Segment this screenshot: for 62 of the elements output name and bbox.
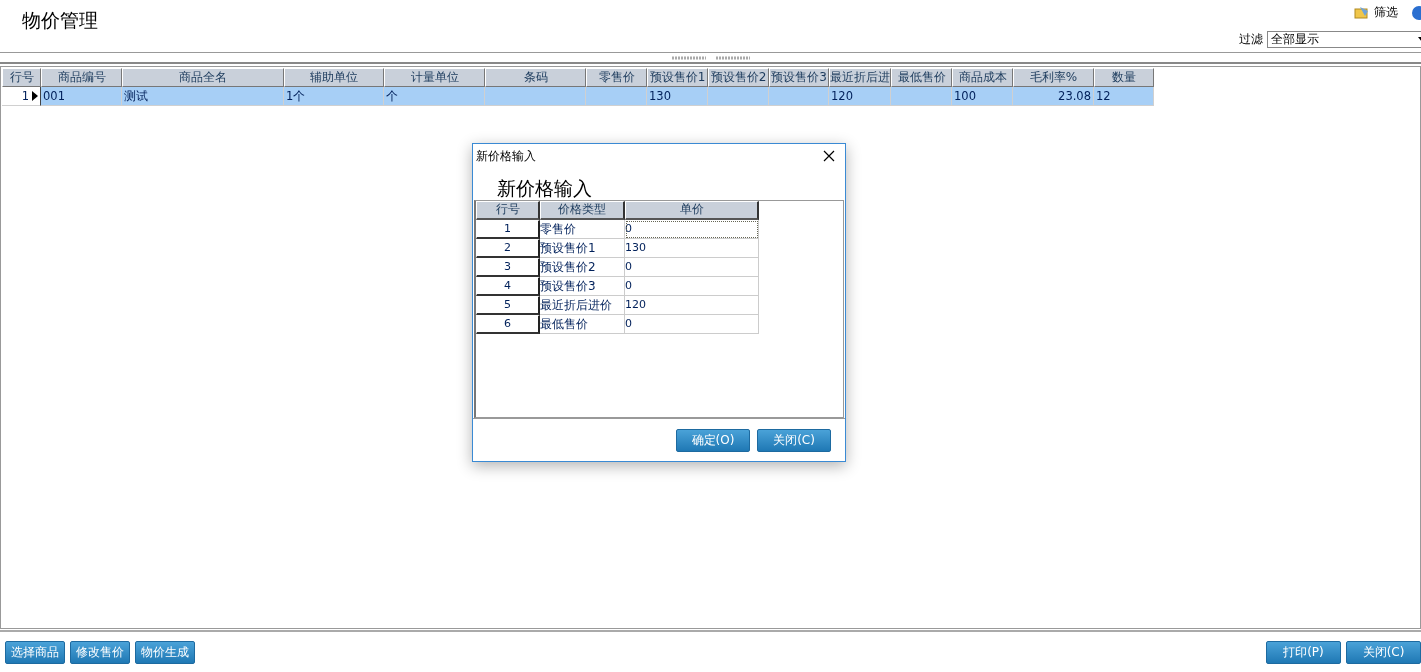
column-header[interactable]: 单价 [625,201,759,220]
column-header[interactable]: 价格类型 [540,201,625,220]
row-number: 3 [476,258,540,277]
table-cell: 零售价 [540,220,625,239]
table-cell: 120 [829,87,891,106]
dialog-button[interactable]: 关闭(C) [757,428,831,452]
column-header[interactable]: 零售价 [586,68,647,87]
column-header[interactable]: 最低售价 [891,68,952,87]
table-cell: 预设售价2 [540,258,625,277]
column-header[interactable]: 预设售价1 [647,68,708,87]
close-icon [823,150,835,162]
toolbar-button[interactable]: 物价生成 [135,640,195,664]
price-cell[interactable]: 0 [625,277,759,296]
dialog-button[interactable]: 确定(O) [676,428,750,452]
column-header[interactable]: 商品编号 [41,68,122,87]
close-button[interactable] [823,150,835,162]
table-cell: 001 [41,87,122,106]
table-cell: 测试 [122,87,284,106]
table-cell: 最近折后进价 [540,296,625,315]
table-cell: 130 [647,87,708,106]
column-header[interactable]: 辅助单位 [284,68,384,87]
price-cell[interactable]: 130 [625,239,759,258]
table-cell: 预设售价1 [540,239,625,258]
column-header[interactable]: 预设售价2 [708,68,769,87]
row-number: 2 [476,239,540,258]
toolbar-button[interactable]: 选择商品 [5,640,65,664]
filter-select[interactable]: 全部显示 [1267,31,1421,48]
column-header[interactable]: 条码 [485,68,586,87]
table-cell: 12 [1094,87,1154,106]
column-header[interactable]: 毛利率% [1013,68,1094,87]
price-cell[interactable]: 0 [625,315,759,334]
toolbar-button[interactable]: 修改售价 [70,640,130,664]
filter-label: 过滤 [1239,31,1263,48]
column-header[interactable]: 行号 [2,68,41,87]
row-number: 5 [476,296,540,315]
column-header[interactable]: 计量单位 [384,68,485,87]
splitter-grip-icon[interactable] [671,55,750,60]
footer-button[interactable]: 打印(P) [1266,640,1341,664]
row-number: 6 [476,315,540,334]
column-header[interactable]: 商品全名 [122,68,284,87]
filter-button[interactable]: 筛选 [1354,4,1398,21]
column-header[interactable]: 行号 [476,201,540,220]
dialog-title: 新价格输入 [476,148,536,164]
dialog-heading: 新价格输入 [496,176,593,200]
price-cell[interactable]: 120 [625,296,759,315]
table-cell: 1个 [284,87,384,106]
column-header[interactable]: 最近折后进 [829,68,891,87]
column-header[interactable]: 预设售价3 [769,68,829,87]
price-cell[interactable]: 0 [625,258,759,277]
row-number: 1 [476,220,540,239]
table-cell: 个 [384,87,485,106]
column-header[interactable]: 数量 [1094,68,1154,87]
table-cell: 预设售价3 [540,277,625,296]
column-header[interactable]: 商品成本 [952,68,1013,87]
filter-icon [1354,5,1370,20]
table-cell: 23.08 [1013,87,1094,106]
row-number: 1 [2,87,41,106]
page-title: 物价管理 [22,8,98,32]
footer-button[interactable]: 关闭(C) [1346,640,1421,664]
table-cell: 最低售价 [540,315,625,334]
table-cell: 100 [952,87,1013,106]
row-number: 4 [476,277,540,296]
